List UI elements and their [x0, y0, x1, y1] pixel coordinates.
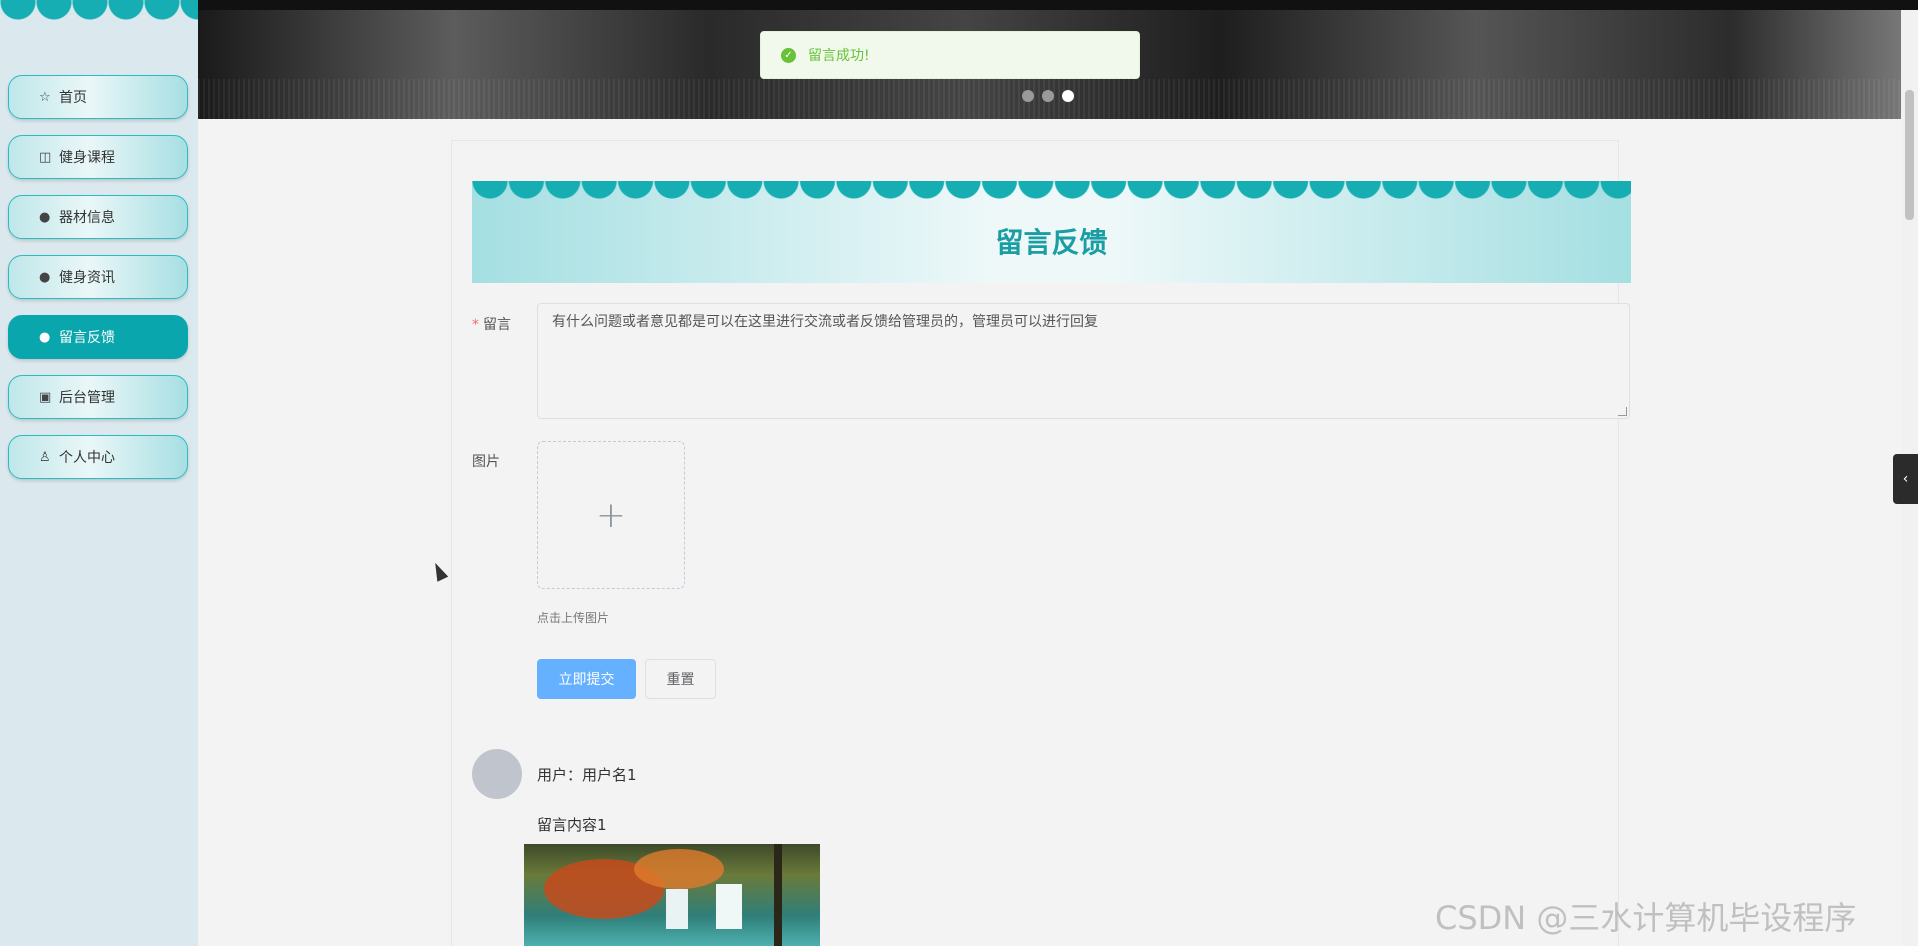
- sidebar-item-label: 健身课程: [59, 150, 115, 166]
- image-label: 图片: [472, 454, 500, 470]
- sidebar-item-admin[interactable]: ▣ 后台管理: [8, 375, 188, 419]
- plus-icon: +: [595, 494, 627, 536]
- question-circle-icon: ●: [39, 269, 51, 285]
- sidebar-item-label: 个人中心: [59, 450, 115, 466]
- bag-icon: ◫: [39, 149, 52, 165]
- sidebar-item-label: 留言反馈: [59, 330, 115, 346]
- side-panel-toggle[interactable]: ‹: [1893, 454, 1918, 504]
- comment-content: 留言内容1: [537, 816, 607, 834]
- image-upload[interactable]: +: [537, 441, 685, 589]
- sidebar-item-profile[interactable]: ♙ 个人中心: [8, 435, 188, 479]
- comment-user: 用户：用户名1: [537, 766, 637, 784]
- sidebar-item-equipment-info[interactable]: ● 器材信息: [8, 195, 188, 239]
- carousel-dot[interactable]: [1042, 90, 1054, 102]
- feedback-card: 留言反馈 * 留言 有什么问题或者意见都是可以在这里进行交流或者反馈给管理员的，管…: [451, 140, 1631, 946]
- star-icon: ☆: [39, 89, 51, 105]
- sidebar-item-home[interactable]: ☆ 首页: [8, 75, 188, 119]
- mouse-cursor: [429, 560, 449, 582]
- sidebar-item-feedback[interactable]: ● 留言反馈: [8, 315, 188, 359]
- check-circle-icon: ✓: [781, 47, 796, 63]
- sidebar-item-label: 首页: [59, 90, 87, 106]
- submit-button[interactable]: 立即提交: [537, 659, 636, 699]
- sidebar-item-fitness-courses[interactable]: ◫ 健身课程: [8, 135, 188, 179]
- sidebar: ☆ 首页 ◫ 健身课程 ● 器材信息 ● 健身资讯 ● 留言反馈 ▣ 后台管理 …: [0, 0, 198, 946]
- chevron-left-icon: ‹: [1902, 471, 1909, 487]
- carousel-dot[interactable]: [1022, 90, 1034, 102]
- sidebar-item-fitness-news[interactable]: ● 健身资讯: [8, 255, 188, 299]
- message-textarea[interactable]: 有什么问题或者意见都是可以在这里进行交流或者反馈给管理员的，管理员可以进行回复: [537, 303, 1630, 419]
- sidebar-item-label: 器材信息: [59, 210, 115, 226]
- info-circle-icon: ●: [39, 209, 51, 225]
- toast-message: 留言成功!: [808, 48, 870, 64]
- sidebar-item-label: 后台管理: [59, 390, 115, 406]
- user-icon: ♙: [39, 449, 51, 465]
- carousel-indicators: [1022, 90, 1074, 102]
- sidebar-item-label: 健身资讯: [59, 270, 115, 286]
- title-scallop-decoration: [472, 181, 1631, 201]
- upload-tip: 点击上传图片: [537, 611, 610, 625]
- scroll-thumb[interactable]: [1905, 90, 1914, 220]
- watermark: CSDN @三水计算机毕设程序: [1435, 899, 1857, 937]
- title-banner: 留言反馈: [472, 181, 1631, 283]
- required-asterisk: *: [472, 317, 479, 333]
- message-label: * 留言: [472, 317, 511, 333]
- top-bar: [0, 0, 1918, 10]
- briefcase-icon: ▣: [39, 389, 52, 405]
- avatar: [472, 749, 522, 799]
- sidebar-scallop-decoration: [0, 0, 198, 28]
- reset-button[interactable]: 重置: [645, 659, 716, 699]
- sidebar-nav: ☆ 首页 ◫ 健身课程 ● 器材信息 ● 健身资讯 ● 留言反馈 ▣ 后台管理 …: [8, 75, 188, 495]
- success-toast: ✓ 留言成功!: [760, 31, 1140, 79]
- info-circle-icon: ●: [39, 329, 51, 345]
- page-title: 留言反馈: [995, 226, 1108, 259]
- carousel-dot-active[interactable]: [1062, 90, 1074, 102]
- comment-image: [524, 844, 820, 946]
